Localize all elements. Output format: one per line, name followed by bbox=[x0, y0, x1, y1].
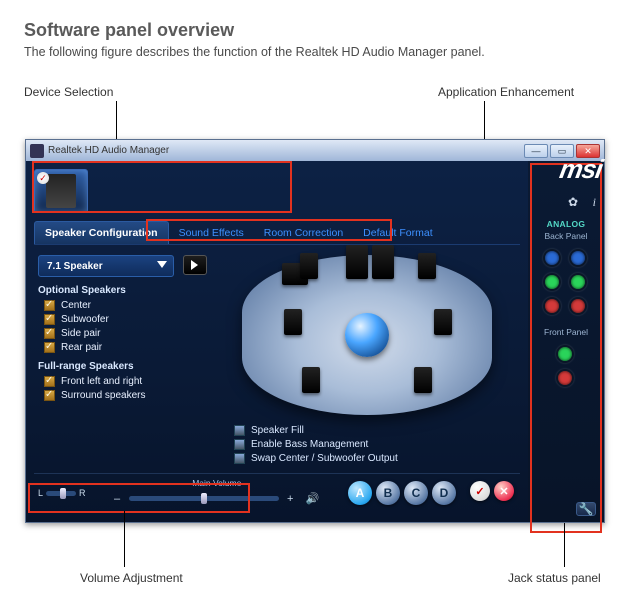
play-test-button[interactable] bbox=[183, 255, 207, 275]
chk-label: Swap Center / Subwoofer Output bbox=[251, 453, 398, 464]
speaker-layout-stage bbox=[242, 255, 492, 415]
audio-jack[interactable] bbox=[569, 249, 587, 267]
checkbox-icon bbox=[44, 300, 55, 311]
page-subheading: The following figure describes the funct… bbox=[24, 45, 606, 59]
info-icon[interactable]: i bbox=[593, 195, 596, 210]
chk-label: Enable Bass Management bbox=[251, 439, 368, 450]
app-window: Realtek HD Audio Manager — ▭ ✕ ✓ Speaker… bbox=[25, 139, 605, 523]
front-panel-label: Front Panel bbox=[528, 327, 604, 337]
checkbox-icon bbox=[44, 376, 55, 387]
device-default-check-icon: ✓ bbox=[37, 172, 49, 184]
audio-jack[interactable] bbox=[556, 345, 574, 363]
back-panel-jacks bbox=[528, 249, 604, 315]
chk-center[interactable]: Center bbox=[44, 300, 218, 311]
connector-settings-button[interactable]: 🔧 bbox=[576, 502, 596, 516]
chk-rear-pair[interactable]: Rear pair bbox=[44, 342, 218, 353]
chk-label: Front left and right bbox=[61, 376, 142, 387]
audio-jack[interactable] bbox=[543, 273, 561, 291]
tab-speaker-configuration[interactable]: Speaker Configuration bbox=[34, 221, 169, 244]
main-volume-label: Main Volume bbox=[100, 478, 334, 488]
main-volume-slider[interactable] bbox=[129, 496, 279, 501]
speaker-config-dropdown[interactable]: 7.1 Speaker bbox=[38, 255, 174, 277]
tab-room-correction[interactable]: Room Correction bbox=[254, 222, 353, 244]
chevron-down-icon bbox=[157, 261, 167, 268]
volume-plus-icon[interactable]: + bbox=[283, 493, 297, 505]
callout-jack-status: Jack status panel bbox=[508, 571, 601, 585]
preset-d-button[interactable]: D bbox=[432, 481, 456, 505]
checkbox-icon bbox=[234, 439, 245, 450]
stage-speaker[interactable] bbox=[284, 309, 302, 335]
listener-icon bbox=[345, 313, 389, 357]
jack-status-panel: ✿ i ANALOG Back Panel Front Panel 🔧 bbox=[528, 161, 604, 522]
audio-jack[interactable] bbox=[556, 369, 574, 387]
settings-gear-icon[interactable]: ✿ bbox=[568, 195, 578, 209]
chk-speaker-fill[interactable]: Speaker Fill bbox=[234, 425, 516, 436]
app-icon bbox=[30, 144, 44, 158]
tab-default-format[interactable]: Default Format bbox=[353, 222, 442, 244]
back-panel-label: Back Panel bbox=[528, 231, 604, 241]
chk-label: Speaker Fill bbox=[251, 425, 304, 436]
chk-label: Center bbox=[61, 300, 91, 311]
checkbox-icon bbox=[234, 425, 245, 436]
checkbox-icon bbox=[44, 328, 55, 339]
chk-label: Side pair bbox=[61, 328, 100, 339]
tab-sound-effects[interactable]: Sound Effects bbox=[169, 222, 254, 244]
callout-device-selection: Device Selection bbox=[24, 85, 113, 99]
cancel-button[interactable]: ✕ bbox=[494, 481, 514, 501]
stage-speaker[interactable] bbox=[434, 309, 452, 335]
preset-a-button[interactable]: A bbox=[348, 481, 372, 505]
balance-control: L R bbox=[38, 488, 86, 498]
chk-subwoofer[interactable]: Subwoofer bbox=[44, 314, 218, 325]
preset-b-button[interactable]: B bbox=[376, 481, 400, 505]
callout-line bbox=[124, 511, 125, 567]
chk-label: Rear pair bbox=[61, 342, 102, 353]
checkbox-icon bbox=[44, 314, 55, 325]
preset-c-button[interactable]: C bbox=[404, 481, 428, 505]
stage-speaker[interactable] bbox=[372, 245, 394, 279]
audio-jack[interactable] bbox=[569, 273, 587, 291]
stage-speaker[interactable] bbox=[414, 367, 432, 393]
audio-jack[interactable] bbox=[543, 297, 561, 315]
audio-jack[interactable] bbox=[569, 297, 587, 315]
optional-speakers-title: Optional Speakers bbox=[38, 285, 218, 296]
analog-label: ANALOG bbox=[528, 219, 604, 229]
dropdown-value: 7.1 Speaker bbox=[47, 261, 103, 272]
balance-slider[interactable] bbox=[46, 491, 76, 496]
stage-speaker[interactable] bbox=[418, 253, 436, 279]
chk-surround[interactable]: Surround speakers bbox=[44, 390, 218, 401]
chk-label: Subwoofer bbox=[61, 314, 109, 325]
chk-swap-center-sub[interactable]: Swap Center / Subwoofer Output bbox=[234, 453, 516, 464]
speaker-icon[interactable]: 🔊 bbox=[302, 492, 324, 505]
chk-bass-management[interactable]: Enable Bass Management bbox=[234, 439, 516, 450]
apply-button[interactable]: ✓ bbox=[470, 481, 490, 501]
volume-minus-icon[interactable]: – bbox=[110, 493, 124, 505]
device-speakers[interactable]: ✓ bbox=[34, 169, 88, 213]
chk-side-pair[interactable]: Side pair bbox=[44, 328, 218, 339]
stage-speaker[interactable] bbox=[302, 367, 320, 393]
stage-speaker[interactable] bbox=[346, 245, 368, 279]
stage-speaker[interactable] bbox=[300, 253, 318, 279]
callout-line bbox=[564, 523, 565, 567]
callout-volume-adjustment: Volume Adjustment bbox=[80, 571, 183, 585]
checkbox-icon bbox=[44, 342, 55, 353]
chk-label: Surround speakers bbox=[61, 390, 146, 401]
brand-area: msi bbox=[560, 152, 608, 185]
fullrange-speakers-title: Full-range Speakers bbox=[38, 361, 218, 372]
checkbox-icon bbox=[44, 390, 55, 401]
window-title: Realtek HD Audio Manager bbox=[48, 145, 169, 156]
titlebar: Realtek HD Audio Manager — ▭ ✕ bbox=[26, 140, 604, 161]
msi-logo: msi bbox=[557, 154, 604, 185]
checkbox-icon bbox=[234, 453, 245, 464]
minimize-button[interactable]: — bbox=[524, 144, 548, 158]
front-panel-jacks bbox=[528, 345, 604, 387]
page-heading: Software panel overview bbox=[24, 20, 606, 41]
balance-left-label: L bbox=[38, 488, 43, 498]
tab-bar: Speaker Configuration Sound Effects Room… bbox=[34, 219, 520, 245]
callout-app-enhancement: Application Enhancement bbox=[438, 85, 574, 99]
chk-front-lr[interactable]: Front left and right bbox=[44, 376, 218, 387]
audio-jack[interactable] bbox=[543, 249, 561, 267]
balance-right-label: R bbox=[79, 488, 86, 498]
